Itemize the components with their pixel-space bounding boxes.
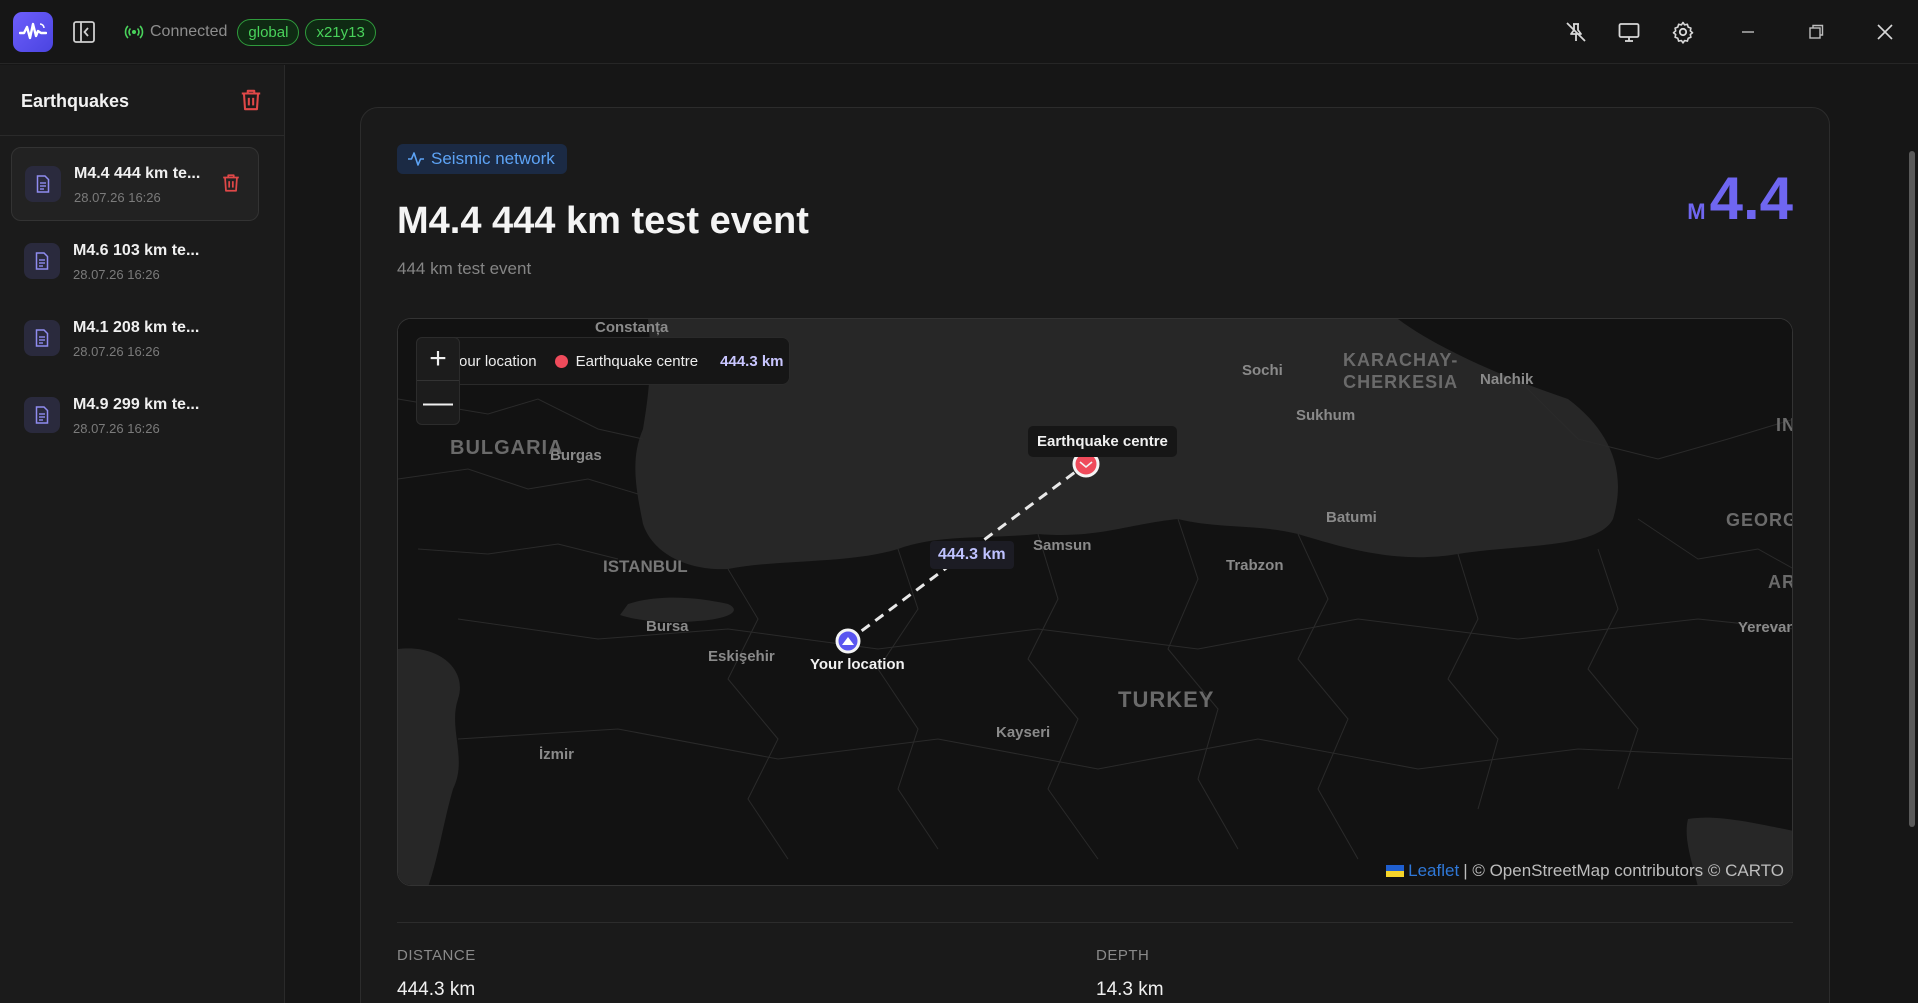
map-place: Yerevan	[1738, 619, 1793, 636]
event-title: M4.4 444 km test event	[397, 200, 809, 242]
source-badge: Seismic network	[397, 144, 567, 174]
map-place: Trabzon	[1226, 557, 1284, 574]
map-country: GEORG	[1726, 510, 1793, 530]
legend-distance: 444.3 km	[720, 352, 784, 370]
ukraine-flag-icon	[1386, 865, 1405, 877]
panel-left-icon	[73, 21, 95, 43]
list-item-date: 28.07.26 16:26	[73, 344, 160, 359]
gear-icon	[1672, 21, 1694, 44]
seismic-wave-icon	[19, 22, 47, 40]
connection-text: Connected	[150, 23, 228, 40]
map-place: İzmir	[539, 746, 575, 763]
main-scrollbar[interactable]	[1908, 137, 1916, 837]
event-map[interactable]: Constanța Burgas ISTANBUL Bursa Eskişehi…	[397, 318, 1793, 886]
magnitude-prefix: M	[1687, 199, 1706, 224]
list-item-title: M4.4 444 km te...	[74, 165, 201, 182]
magnitude-display: M 4.4	[1687, 164, 1793, 233]
activity-icon	[408, 152, 424, 166]
map-country: BULGARIA	[450, 437, 564, 459]
stat-label-distance: DISTANCE	[397, 947, 476, 964]
list-item-title: M4.6 103 km te...	[73, 242, 200, 259]
earthquake-list-item[interactable]: M4.6 103 km te... 28.07.26 16:26	[11, 225, 259, 299]
minimize-icon	[1742, 31, 1754, 33]
map-attribution: Leaflet | © OpenStreetMap contributors ©…	[1386, 861, 1784, 881]
map-place: Sukhum	[1296, 407, 1356, 424]
list-item-date: 28.07.26 16:26	[73, 421, 160, 436]
zoom-control: + —	[416, 337, 460, 425]
unpin-button[interactable]	[1558, 14, 1594, 50]
epicentre-dot-icon	[554, 354, 568, 368]
event-card: Seismic network M4.4 444 km test event 4…	[360, 107, 1830, 1003]
monitor-icon	[1618, 23, 1640, 42]
earthquake-list-item[interactable]: M4.4 444 km te... 28.07.26 16:26	[11, 147, 259, 221]
list-item-date: 28.07.26 16:26	[73, 267, 160, 282]
source-badge-label: Seismic network	[431, 149, 555, 168]
map-place: Constanța	[595, 319, 669, 336]
list-item-date: 28.07.26 16:26	[74, 190, 161, 205]
earthquake-list-item[interactable]: M4.9 299 km te... 28.07.26 16:26	[11, 379, 259, 453]
document-icon	[24, 397, 60, 433]
list-item-title: M4.1 208 km te...	[73, 319, 200, 336]
tag-global[interactable]: global	[237, 18, 300, 46]
connection-status: Connected global x21y13	[124, 18, 376, 46]
distance-label: 444.3 km	[930, 541, 1014, 569]
zoom-out-button[interactable]: —	[417, 381, 459, 424]
map-place: Batumi	[1326, 509, 1377, 526]
trash-icon	[223, 174, 239, 192]
stat-value-distance: 444.3 km	[397, 979, 476, 1000]
earthquake-list-item[interactable]: M4.1 208 km te... 28.07.26 16:26	[11, 302, 259, 376]
zoom-in-button[interactable]: +	[417, 338, 459, 381]
map-place: Bursa	[646, 618, 689, 635]
sidebar-header: Earthquakes	[0, 65, 284, 136]
map-country: AR	[1768, 572, 1792, 592]
map-legend: our location Earthquake centre 444.3 km	[434, 337, 790, 385]
map-place: Nalchik	[1480, 371, 1534, 388]
minimize-button[interactable]	[1730, 14, 1766, 50]
document-icon	[25, 166, 61, 202]
magnitude-value: 4.4	[1709, 165, 1793, 232]
settings-button[interactable]	[1665, 14, 1701, 50]
maximize-button[interactable]	[1798, 14, 1834, 50]
legend-your-location: our location	[459, 352, 537, 370]
leaflet-link[interactable]: Leaflet	[1408, 861, 1459, 881]
attribution-text: | © OpenStreetMap contributors © CARTO	[1463, 861, 1784, 880]
clear-all-button[interactable]	[238, 87, 264, 113]
divider	[397, 922, 1793, 923]
stat-label-depth: DEPTH	[1096, 947, 1150, 964]
map-country: TURKEY	[1118, 687, 1215, 712]
list-item-title: M4.9 299 km te...	[73, 396, 200, 413]
restore-icon	[1809, 24, 1824, 39]
app-logo	[13, 12, 53, 52]
map-place: ISTANBUL	[603, 557, 688, 576]
broadcast-icon	[124, 25, 144, 39]
user-location-label: Your location	[810, 656, 905, 673]
scrollbar-thumb[interactable]	[1909, 151, 1915, 827]
close-icon	[1877, 24, 1893, 40]
stat-value-depth: 14.3 km	[1096, 979, 1164, 1000]
map-place: Sochi	[1242, 362, 1283, 379]
title-bar: Connected global x21y13	[0, 0, 1918, 64]
map-country: IN	[1776, 415, 1792, 435]
epicentre-label: Earthquake centre	[1028, 426, 1177, 457]
sidebar-title: Earthquakes	[21, 91, 130, 111]
map-place: Eskişehir	[708, 648, 775, 665]
display-button[interactable]	[1611, 14, 1647, 50]
event-subtitle: 444 km test event	[397, 259, 532, 278]
map-tiles	[398, 319, 1792, 885]
document-icon	[24, 243, 60, 279]
document-icon	[24, 320, 60, 356]
main-content: Seismic network M4.4 444 km test event 4…	[286, 65, 1918, 1003]
legend-earthquake-centre: Earthquake centre	[575, 352, 699, 370]
map-country: KARACHAY- CHERKESIA	[1343, 350, 1459, 392]
pin-off-icon	[1566, 22, 1586, 42]
map-place: Kayseri	[996, 724, 1051, 741]
sidebar-toggle-button[interactable]	[72, 20, 96, 44]
tag-region[interactable]: x21y13	[305, 18, 376, 46]
close-button[interactable]	[1867, 14, 1903, 50]
trash-icon	[241, 89, 261, 111]
map-place: Samsun	[1033, 537, 1092, 554]
sidebar: Earthquakes M4.4 444 km te... 28.07.26 1…	[0, 65, 285, 1003]
delete-item-button[interactable]	[220, 172, 244, 196]
